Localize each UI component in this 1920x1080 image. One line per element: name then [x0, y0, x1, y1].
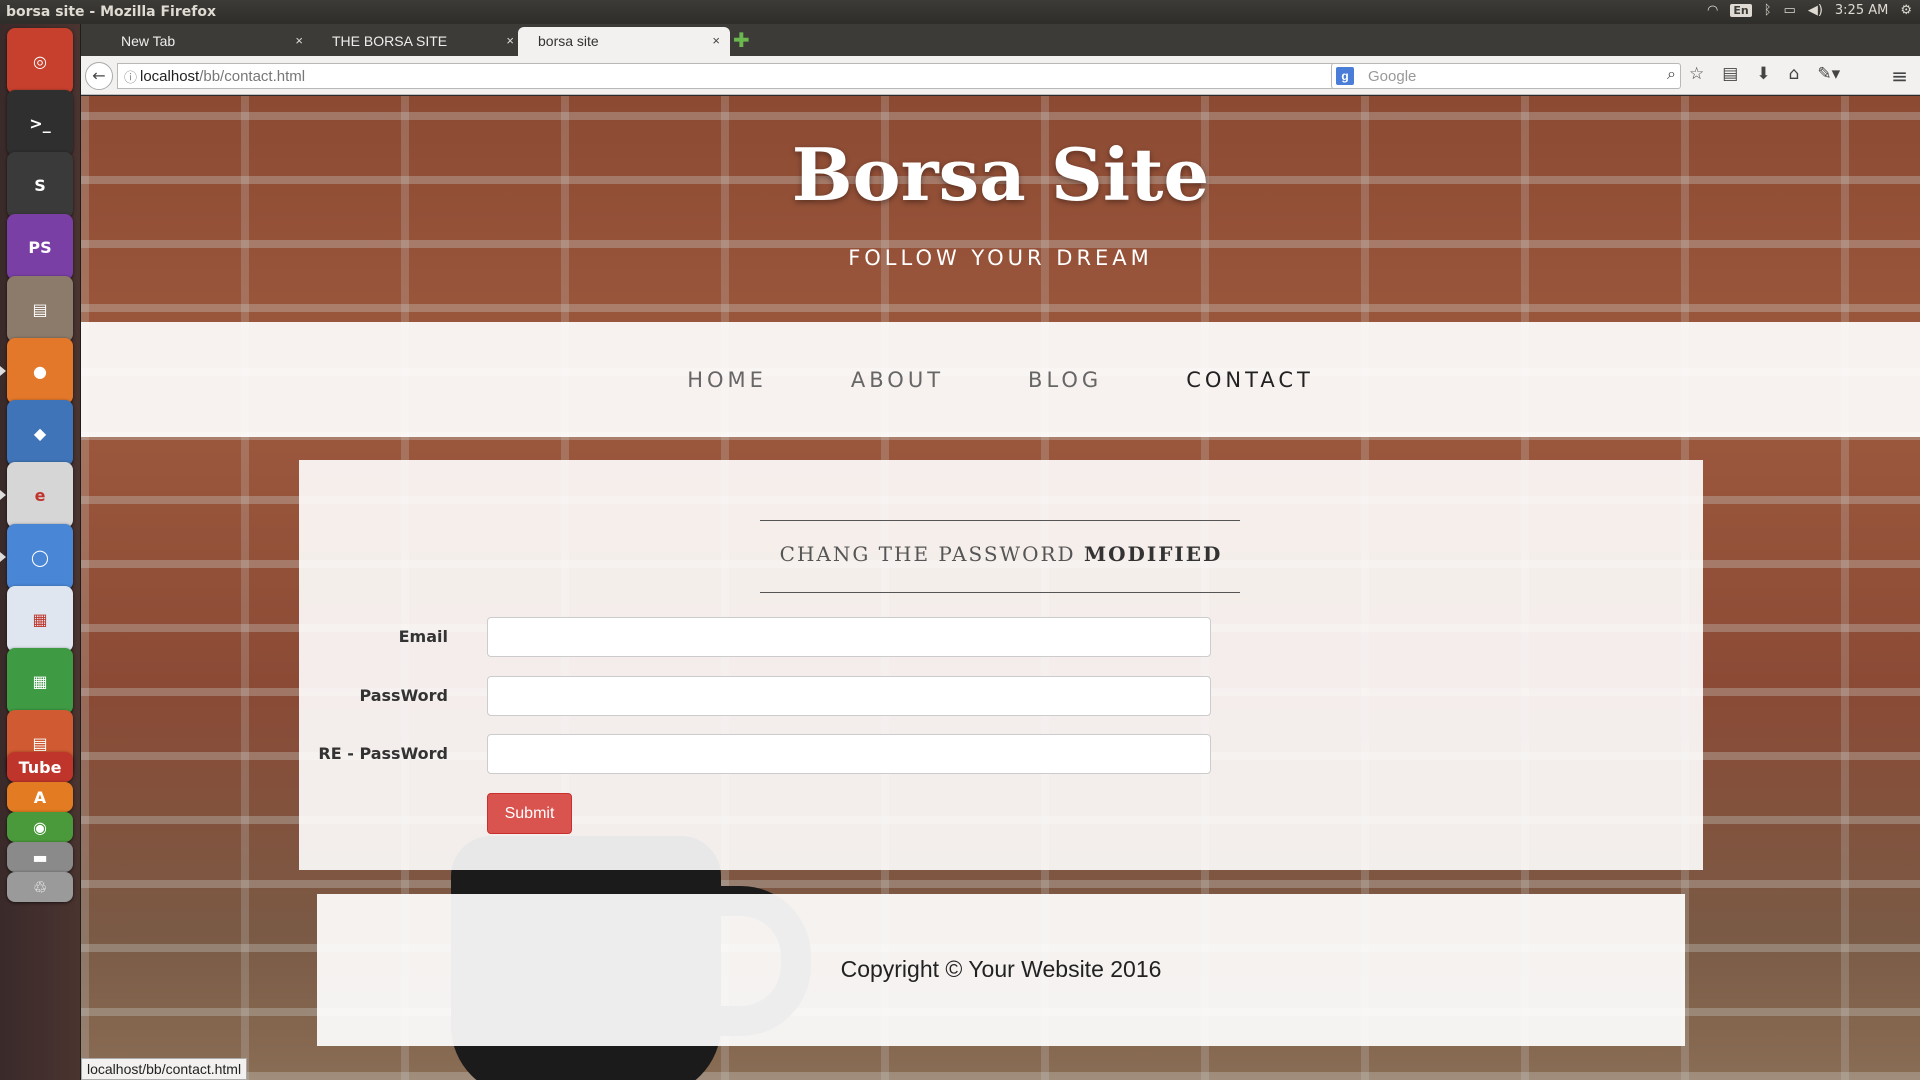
youtube-icon[interactable]: Tube [7, 752, 73, 782]
tab-close-icon[interactable]: × [295, 33, 303, 48]
email-row: Email [299, 617, 1703, 657]
submit-button[interactable]: Submit [487, 793, 572, 834]
password-row: PassWord [299, 676, 1703, 716]
calc-icon[interactable]: ▦ [7, 648, 73, 714]
divider [760, 592, 1240, 593]
battery-icon[interactable]: ▭ [1784, 3, 1796, 18]
virtualbox-icon[interactable]: ◆ [7, 400, 73, 466]
running-indicator [0, 552, 6, 562]
bookmarks-list-icon[interactable]: ▤ [1722, 64, 1738, 84]
bookmark-star-icon[interactable]: ☆ [1689, 64, 1704, 84]
running-indicator [0, 490, 6, 500]
download-icon[interactable]: ⬇ [1756, 64, 1770, 84]
web-page: Borsa Site FOLLOW YOUR DREAM HOME ABOUT … [81, 96, 1920, 1080]
evince-icon[interactable]: e [7, 462, 73, 528]
sublime-text-icon[interactable]: S [7, 152, 73, 218]
home-icon[interactable]: ⌂ [1789, 64, 1800, 84]
nav-link-home[interactable]: HOME [687, 368, 767, 392]
form-title: CHANG THE PASSWORD MODIFIED [779, 542, 1223, 566]
navigation-toolbar: ← ⓘ localhost/bb/contact.html ▾ ↻ g Goog… [81, 56, 1920, 95]
clock[interactable]: 3:25 AM [1835, 3, 1888, 18]
repassword-field[interactable] [487, 734, 1211, 774]
tab-label: THE BORSA SITE [332, 33, 448, 49]
password-form-card: CHANG THE PASSWORD MODIFIED Email PassWo… [299, 460, 1703, 870]
window-title: borsa site - Mozilla Firefox [6, 4, 216, 20]
running-indicator [0, 366, 6, 376]
status-bar-url: localhost/bb/contact.html [81, 1058, 248, 1080]
tab-label: borsa site [538, 33, 599, 49]
extension-icon[interactable]: ✎▾ [1817, 64, 1840, 84]
app-icon[interactable]: ◉ [7, 812, 73, 842]
site-brand[interactable]: Borsa Site [81, 132, 1920, 217]
tab-close-icon[interactable]: × [506, 33, 514, 48]
repassword-label: RE - PassWord [318, 744, 448, 763]
site-tagline: FOLLOW YOUR DREAM [848, 246, 1153, 270]
tab-the-borsa-site[interactable]: THE BORSA SITE × [312, 27, 524, 56]
firefox-icon[interactable]: ● [7, 338, 73, 404]
search-bar[interactable]: g Google ⌕ [1331, 63, 1681, 89]
keyboard-layout-indicator[interactable]: En [1730, 4, 1752, 17]
tab-new-tab[interactable]: New Tab × [101, 27, 313, 56]
email-field[interactable] [487, 617, 1211, 657]
nav-link-about[interactable]: ABOUT [851, 368, 944, 392]
ubuntu-dash-icon[interactable]: ◎ [7, 28, 73, 94]
tab-bar: New Tab × THE BORSA SITE × borsa site × … [81, 24, 1920, 56]
system-top-panel: borsa site - Mozilla Firefox ◠ En ᛒ ▭ ◀)… [0, 0, 1920, 24]
wifi-icon[interactable]: ◠ [1707, 3, 1718, 18]
software-center-icon[interactable]: A [7, 782, 73, 812]
phpstorm-icon[interactable]: PS [7, 214, 73, 280]
tab-borsa-site[interactable]: borsa site × [518, 27, 730, 56]
drive-icon[interactable]: ▬ [7, 842, 73, 872]
url-text[interactable]: localhost/bb/contact.html [140, 68, 305, 85]
nav-link-contact[interactable]: CONTACT [1186, 368, 1314, 392]
repassword-row: RE - PassWord [299, 734, 1703, 774]
system-tray: ◠ En ᛒ ▭ ◀) 3:25 AM ⚙ [1707, 3, 1912, 18]
hamburger-menu-icon[interactable]: ≡ [1891, 64, 1908, 88]
search-icon[interactable]: ⌕ [1667, 66, 1676, 84]
chromium-icon[interactable]: ◯ [7, 524, 73, 590]
password-label: PassWord [359, 686, 448, 705]
page-footer: Copyright © Your Website 2016 [317, 894, 1685, 1046]
copyright-text: Copyright © Your Website 2016 [840, 956, 1162, 982]
url-bar[interactable]: ⓘ localhost/bb/contact.html ▾ ↻ [117, 63, 1357, 89]
nav-link-blog[interactable]: BLOG [1028, 368, 1102, 392]
tab-close-icon[interactable]: × [712, 33, 720, 48]
trash-icon[interactable]: ♲ [7, 872, 73, 902]
divider [760, 520, 1240, 521]
site-identity-icon[interactable]: ⓘ [124, 67, 137, 86]
files-icon[interactable]: ▤ [7, 276, 73, 342]
search-engine-icon[interactable]: g [1336, 67, 1354, 85]
terminal-icon[interactable]: >_ [7, 90, 73, 156]
writer-icon[interactable]: ▦ [7, 586, 73, 652]
search-placeholder: Google [1368, 68, 1417, 85]
back-arrow-icon[interactable]: ← [85, 62, 113, 90]
toolbar-icons: ☆ ▤ ⬇ ⌂ ✎▾ [1689, 64, 1840, 84]
new-tab-icon[interactable]: ✚ [733, 28, 750, 52]
main-navigation: HOME ABOUT BLOG CONTACT [81, 322, 1920, 437]
email-label: Email [398, 627, 448, 646]
unity-launcher: ◎ >_ S PS ▤ ● ◆ e ◯ ▦ ▦ ▤ Tube A ◉ ▬ ♲ [0, 24, 81, 1080]
bluetooth-icon[interactable]: ᛒ [1764, 3, 1772, 18]
password-field[interactable] [487, 676, 1211, 716]
tab-label: New Tab [121, 33, 176, 49]
volume-icon[interactable]: ◀) [1808, 3, 1823, 18]
settings-gear-icon[interactable]: ⚙ [1900, 3, 1912, 18]
